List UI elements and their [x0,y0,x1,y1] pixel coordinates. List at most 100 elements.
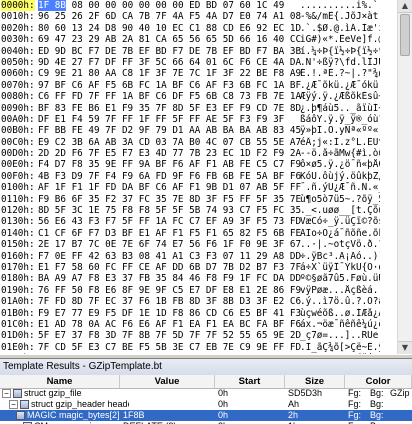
hex-row[interactable]: 0120h: 8D 5F 3C 1E 75 F8 F8 5F 5F 5B 74 9… [0,205,412,216]
hex-row[interactable]: 01C0h: E1 AD 78 0A AC F6 E6 AF F1 EA F1 E… [0,319,412,330]
hex-row[interactable]: 00A0h: DF E1 F4 59 7F FF 1F FF 5F FF AE 5… [0,114,412,125]
hex-row-bytes[interactable]: E1 F7 58 60 FC FF CE AF DD 6B D7 7B D2 B… [38,262,301,273]
hex-row[interactable]: 0010h: 96 25 26 2F 6D CA 7B 7F 4A F5 4A D… [0,11,412,22]
hex-row[interactable]: 0130h: 56 E6 43 F3 F7 5F FF 1A FC C7 EF A… [0,216,412,227]
hex-row[interactable]: 0020h: 80 60 13 24 D8 90 40 10 EC C1 88 C… [0,23,412,34]
hex-row-text[interactable]: ù¶o5ò7ü5~.?õÿ_5~ [300,194,380,205]
hex-row[interactable]: 00E0h: F4 D7 F8 35 9E FF 9A BF F6 AF F1 A… [0,159,412,170]
hex-row-text[interactable]: .¿Æ¯õkü.¿Æ¯ókü.¿ [300,80,380,91]
hex-row-text[interactable]: ¯.ñ.ýÚ¿Æ¯ñ.Ñ.«_ÿ [300,182,380,193]
hex-row-bytes[interactable]: 8D 5F 3C 1E 75 F8 F8 5F 5F 5B 74 93 C7 F… [38,205,301,216]
column-header-color[interactable]: Color [345,375,412,388]
hex-row[interactable]: 00C0h: E9 C2 3B 6A AB 3A CD 03 7A B0 4C 0… [0,137,412,148]
hex-row-bytes[interactable]: FF BB FE 49 7F D2 9F 79 D1 AA AB BA BA A… [38,125,301,136]
unselected-bytes[interactable]: 08 00 00 00 00 00 00 ED BD 07 60 1C 49 [66,0,285,11]
hex-row[interactable]: 0070h: 97 BF C6 AF F5 6B FC 1A BF C6 AF F… [0,80,412,91]
hex-row-text[interactable]: --ö.å÷ãMw{#ì.òù* [300,148,380,159]
hex-row-text[interactable]: Æÿý.ÿ.¿ÆßõkÈsû~. [300,91,380,102]
hex-row-bytes[interactable]: 76 FF 50 F8 E6 8F 9E 9F C5 E7 DF E8 E1 2… [38,285,301,296]
hex-vertical-scrollbar[interactable]: ▲ ▼ [397,0,412,354]
hex-row-text[interactable]: á÷X`üÿÎ¯ÝkÙ{Ò·ó. [300,262,380,273]
hex-row-text[interactable]: .Í_ãÇ¾õ[>Çë~É.ÿý [300,342,380,353]
hex-row-bytes[interactable]: C1 CF 6F F7 D3 BF E1 AF F1 F5 F1 65 82 F… [38,228,301,239]
hex-row[interactable]: 0090h: BF 83 FE B6 E1 F9 35 7F 8D 5F E3 E… [0,103,412,114]
tree-row[interactable]: − struct gzip_header header 0h Ah Fg: Bg: [0,399,412,410]
hex-row-bytes[interactable]: 69 47 23 29 AB 2A 81 CA 65 56 65 5D 66 1… [38,34,301,45]
hex-row-text[interactable]: ùçwéõß..ø.ÍÆå¿Aó [300,308,380,319]
hex-row-text[interactable]: KóÙ.ôùjý.öûkþZ¿ö [300,171,380,182]
scroll-thumb[interactable] [400,14,410,56]
hex-row-text[interactable]: iG#)«*.ÊeVe]f.@Ì [300,34,380,45]
hex-row-bytes[interactable]: F9 E7 77 E9 F5 DF 1E 1D F8 86 CD C6 E5 B… [38,308,301,319]
hex-row-bytes[interactable]: F4 D7 F8 35 9E FF 9A BF F6 AF F1 AB FE C… [38,159,301,170]
hex-row-bytes[interactable]: E1 AD 78 0A AC F6 E6 AF F1 EA F1 EA BC F… [38,319,301,330]
hex-row-bytes[interactable]: 97 BF C6 AF F5 6B FC 1A BF C6 AF F3 6B F… [38,80,301,91]
hex-row-bytes[interactable]: 1F 8B 08 00 00 00 00 00 00 ED BD 07 60 1… [38,0,284,11]
hex-row[interactable]: 01E0h: 7F CD 5F E3 C7 BE F5 5B 3E C7 EB 7… [0,342,412,353]
hex-row[interactable]: 0170h: E1 F7 58 60 FC FF CE AF DD 6B D7 7… [0,262,412,273]
hex-row-bytes[interactable]: 80 60 13 24 D8 90 40 10 EC C1 88 CD E6 9… [38,23,301,34]
hex-row-bytes[interactable]: C9 9E 21 80 AA C8 1F 3F 7E 7C 1F 3F 22 B… [38,68,301,79]
hex-row-bytes[interactable]: AF 1F F1 1F FD DA BF C6 AF F1 9B D1 07 A… [38,182,301,193]
hex-row[interactable]: 0110h: F9 B6 6F 35 F2 37 FC 35 7E 8D 3F F… [0,194,412,205]
hex-row-bytes[interactable]: F9 B6 6F 35 F2 37 FC 35 7E 8D 3F F5 FF 5… [38,194,301,205]
hex-row[interactable]: 0030h: 69 47 23 29 AB 2A 81 CA 65 56 65 5… [0,34,412,45]
hex-row-text[interactable]: É.!.ªÈ.?~|.?"¾ø© [300,68,380,79]
hex-row-text[interactable]: .N'÷ßÿ?\fd.lÎJÚ [300,57,380,68]
hex-row-text[interactable]: -%&/mÊ{.JõJ×àt¡. [300,11,380,22]
hex-row-bytes[interactable]: E9 C2 3B 6A AB 3A CD 03 7A B0 4C 07 CB 5… [38,137,301,148]
hex-row[interactable]: 0190h: 76 FF 50 F8 E6 8F 9E 9F C5 E7 DF E… [0,285,412,296]
hex-row-text[interactable]: ÷.ÿBc³.A¡Ãó..)¨Ý [300,251,380,262]
expand-toggle-icon[interactable]: − [2,389,11,399]
hex-row-bytes[interactable]: 2D 2D F6 7F E5 F7 E3 4D 77 7B 23 EC 1D F… [38,148,301,159]
column-header-name[interactable]: Name [0,375,120,388]
template-results-tree[interactable]: − struct gzip_file 0h SD5D3h Fg: Bg: GZip − stru… [0,388,412,424]
hex-row-text[interactable]: í.¼÷Þ{ï½÷Þ{ï½÷º; [300,46,380,57]
hex-row-bytes[interactable]: 7F FD 8D 7F EC 37 F6 1B FB 8D 3F 8B D3 3… [38,296,301,307]
hex-row-text[interactable]: ._<.uøø__[t.Çõü5 [300,205,380,216]
hex-row-text[interactable]: _ç7ø=...]..RUe.- [300,330,380,341]
hex-row[interactable]: 01D0h: 5F E7 37 F8 3D 7F 8B 7F 5D 7F 7F 5… [0,330,412,341]
hex-row-bytes[interactable]: F7 0E FF 42 63 B3 08 41 A1 C3 F3 07 11 2… [38,251,301,262]
hex-row-text[interactable]: ..·|.~otçVö.ð.?g [300,239,380,250]
hex-row-bytes[interactable]: DF E1 F4 59 7F FF 1F FF 5F FF AE 5F F3 F… [38,114,284,125]
hex-row[interactable]: 0060h: C9 9E 21 80 AA C8 1F 3F 7E 7C 1F 3… [0,68,412,79]
scroll-up-arrow-icon[interactable]: ▲ [398,0,412,13]
column-header-value[interactable]: Value [120,375,215,388]
hex-row-text[interactable]: º©§øã7û5.Føù.üÚÝ [300,273,380,284]
expand-toggle-icon[interactable]: − [9,400,18,410]
hex-row-text[interactable]: ¿.þ¶áù5.._ãïùÍ~. [300,103,380,114]
scroll-down-arrow-icon[interactable]: ▼ [398,341,412,354]
hex-row-bytes[interactable]: 56 E6 43 F3 F7 5F FF 1A FC C7 EF A9 3F F… [38,216,301,227]
hex-row-bytes[interactable]: BF 83 FE B6 E1 F9 35 7F 8D 5F E3 EF F9 C… [38,103,301,114]
hex-row-bytes[interactable]: 9D 4E 27 F7 DF FF 3F 5C 66 64 01 6C F6 C… [38,57,301,68]
hex-row-bytes[interactable]: 4B F3 D9 7F F4 F9 6A FD 9F F6 FB 6B FE 5… [38,171,301,182]
hex-row[interactable]: 0080h: C6 FF FD 7F FF 1A BF C6 DF F5 6B C… [0,91,412,102]
hex-row-text[interactable]: éÂ;j«:Í.z°L.ËU^§ [300,137,380,148]
hex-row[interactable]: 00B0h: FF BB FE 49 7F D2 9F 79 D1 AA AB B… [0,125,412,136]
hex-row[interactable]: 0180h: BA A9 A7 F8 E3 37 FB 35 84 46 F8 F… [0,273,412,284]
hex-row-bytes[interactable]: BA A9 A7 F8 E3 37 FB 35 84 46 F8 F9 1F F… [38,273,301,284]
hex-row-bytes[interactable]: C6 FF FD 7F FF 1A BF C6 DF F5 6B C8 73 F… [38,91,301,102]
hex-row-bytes[interactable]: 96 25 26 2F 6D CA 7B 7F 4A F5 4A D7 E0 7… [38,11,301,22]
hex-row[interactable]: 00D0h: 2D 2D F6 7F E5 F7 E3 4D 77 7B 23 E… [0,148,412,159]
hex-row-bytes[interactable]: 2E 17 B7 7C 0E 7E 6F 74 E7 56 F6 1F F0 9… [38,239,301,250]
tree-row[interactable]: − struct gzip_file 0h SD5D3h Fg: Bg: GZip [0,388,412,399]
column-header-size[interactable]: Size [285,375,345,388]
hex-row-text[interactable]: á­x.¬öæ¯ñêñê¼ú¿ö [300,319,380,330]
hex-row[interactable]: 0050h: 9D 4E 27 F7 DF FF 3F 5C 66 64 01 6… [0,57,412,68]
hex-row[interactable]: 00F0h: 4B F3 D9 7F F4 F9 6A FD 9F F6 FB 6… [0,171,412,182]
hex-row[interactable]: 0150h: 2E 17 B7 7C 0E 7E 6F 74 E7 56 F6 1… [0,239,412,250]
hex-row-text[interactable]: VæCó÷_ÿ.üÇï©?õsý [300,216,380,227]
hex-row-bytes[interactable]: 7F CD 5F E3 C7 BE F5 5B 3E C7 EB 7E C9 9… [38,342,301,353]
hex-row[interactable]: 0160h: F7 0E FF 42 63 B3 08 41 A1 C3 F3 0… [0,251,412,262]
hex-row[interactable]: 0100h: AF 1F F1 1F FD DA BF C6 AF F1 9B D… [0,182,412,193]
hex-row[interactable]: 0000h: 1F 8B 08 00 00 00 00 00 00 ED BD 0… [0,0,412,12]
hex-editor-view[interactable]: 0000h: 1F 8B 08 00 00 00 00 00 00 ED BD 0… [0,0,412,354]
hex-row-text[interactable]: ßáôY.ÿ.ÿ_ÿ®_óù? [300,114,380,125]
hex-row-text[interactable]: ..........i%.`.I [300,0,380,11]
hex-row-text[interactable]: .ý..ì7ö.û.?.Ó?âÆ [300,296,380,307]
hex-row[interactable]: 01B0h: F9 E7 77 E9 F5 DF 1E 1D F8 86 CD C… [0,308,412,319]
hex-row[interactable]: 01A0h: 7F FD 8D 7F EC 37 F6 1B FB 8D 3F 8… [0,296,412,307]
hex-row-text[interactable]: vÿPøæ...Åçßèá..ù [300,285,380,296]
